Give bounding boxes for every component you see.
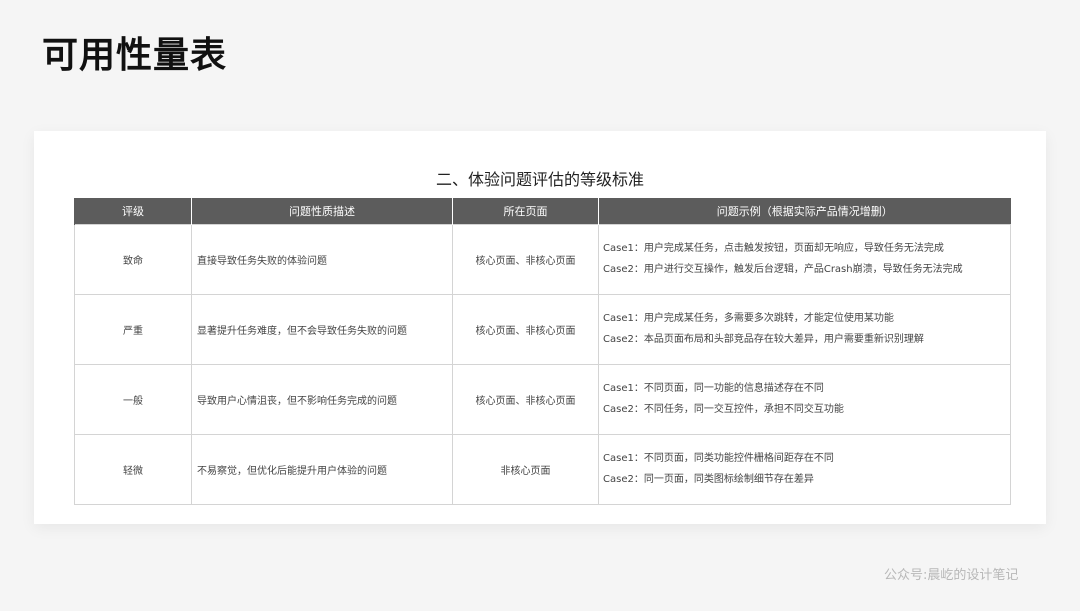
cell-description: 不易察觉，但优化后能提升用户体验的问题: [191, 434, 453, 505]
cell-level: 严重: [74, 294, 192, 365]
cell-cases: Case1：用户完成某任务，点击触发按钮，页面却无响应，导致任务无法完成 Cas…: [598, 224, 1011, 295]
cell-cases: Case1：不同页面，同类功能控件栅格间距存在不同 Case2：同一页面，同类图…: [598, 434, 1011, 505]
table-row: 严重 显著提升任务难度，但不会导致任务失败的问题 核心页面、非核心页面 Case…: [74, 294, 1011, 365]
header-level: 评级: [74, 198, 192, 225]
table-card: 二、体验问题评估的等级标准 评级 问题性质描述 所在页面 问题示例（根据实际产品…: [34, 131, 1046, 524]
table-title: 二、体验问题评估的等级标准: [435, 170, 644, 189]
table-row: 一般 导致用户心情沮丧，但不影响任务完成的问题 核心页面、非核心页面 Case1…: [74, 364, 1011, 435]
table-row: 致命 直接导致任务失败的体验问题 核心页面、非核心页面 Case1：用户完成某任…: [74, 224, 1011, 295]
cell-cases: Case1：不同页面，同一功能的信息描述存在不同 Case2：不同任务，同一交互…: [598, 364, 1011, 435]
header-description: 问题性质描述: [191, 198, 453, 225]
page-title: 可用性量表: [42, 35, 228, 76]
case-item: Case1：不同页面，同类功能控件栅格间距存在不同: [603, 453, 834, 464]
case-item: Case1：不同页面，同一功能的信息描述存在不同: [603, 383, 824, 394]
table-row: 轻微 不易察觉，但优化后能提升用户体验的问题 非核心页面 Case1：不同页面，…: [74, 434, 1011, 505]
header-pages: 所在页面: [452, 198, 599, 225]
header-cases: 问题示例（根据实际产品情况增删）: [598, 198, 1011, 225]
cell-pages: 核心页面、非核心页面: [452, 294, 599, 365]
grade-table: 评级 问题性质描述 所在页面 问题示例（根据实际产品情况增删） 致命 直接导致任…: [74, 198, 1011, 505]
cell-description: 直接导致任务失败的体验问题: [191, 224, 453, 295]
cell-level: 轻微: [74, 434, 192, 505]
case-item: Case1：用户完成某任务，多需要多次跳转，才能定位使用某功能: [603, 313, 894, 324]
table-header-row: 评级 问题性质描述 所在页面 问题示例（根据实际产品情况增删）: [74, 198, 1011, 225]
case-item: Case2：用户进行交互操作，触发后台逻辑，产品Crash崩溃，导致任务无法完成: [603, 264, 963, 275]
case-item: Case1：用户完成某任务，点击触发按钮，页面却无响应，导致任务无法完成: [603, 243, 944, 254]
cell-description: 导致用户心情沮丧，但不影响任务完成的问题: [191, 364, 453, 435]
cell-pages: 非核心页面: [452, 434, 599, 505]
case-item: Case2：本品页面布局和头部竞品存在较大差异，用户需要重新识别理解: [603, 334, 924, 345]
cell-pages: 核心页面、非核心页面: [452, 364, 599, 435]
cell-description: 显著提升任务难度，但不会导致任务失败的问题: [191, 294, 453, 365]
cell-cases: Case1：用户完成某任务，多需要多次跳转，才能定位使用某功能 Case2：本品…: [598, 294, 1011, 365]
cell-level: 致命: [74, 224, 192, 295]
case-item: Case2：同一页面，同类图标绘制细节存在差异: [603, 474, 814, 485]
cell-pages: 核心页面、非核心页面: [452, 224, 599, 295]
watermark: 公众号:晨屹的设计笔记: [884, 568, 1019, 583]
cell-level: 一般: [74, 364, 192, 435]
case-item: Case2：不同任务，同一交互控件，承担不同交互功能: [603, 404, 844, 415]
